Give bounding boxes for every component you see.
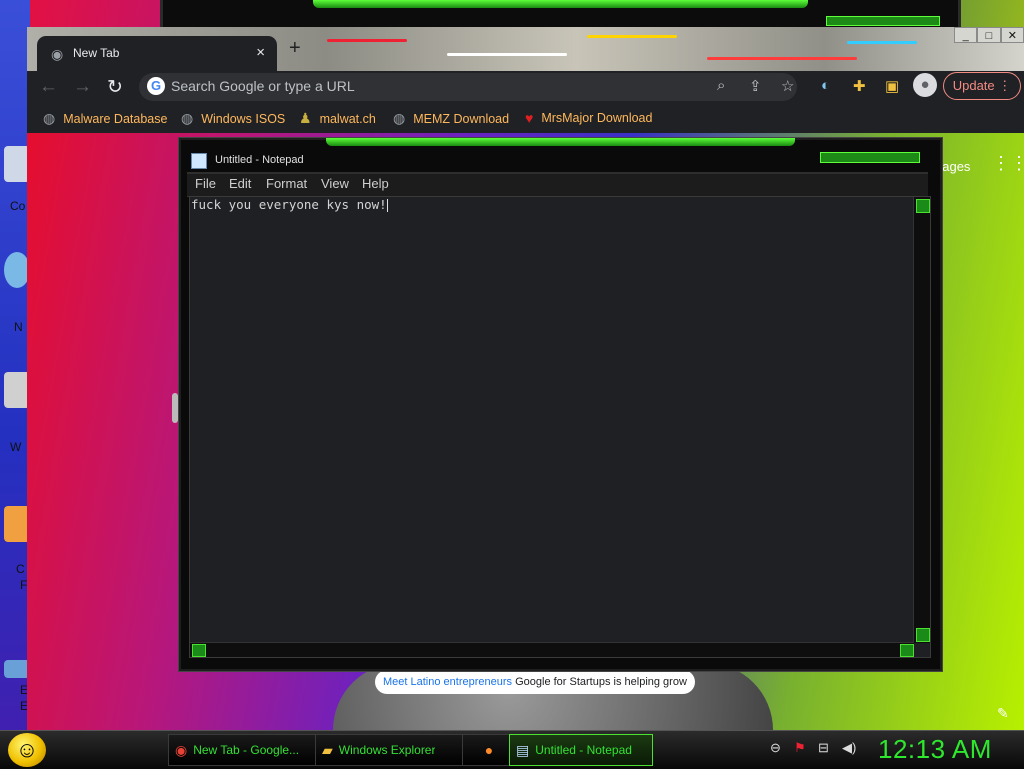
- update-label: Update: [952, 78, 995, 93]
- omnibox-placeholder: Search Google or type a URL: [171, 78, 355, 94]
- side-panel-icon[interactable]: ▣: [885, 77, 899, 95]
- menu-help[interactable]: Help: [362, 176, 389, 191]
- notepad-text: fuck you everyone kys now!: [191, 197, 387, 212]
- notepad-menubar: File Edit Format View Help: [187, 172, 928, 197]
- notepad-window-controls[interactable]: [820, 152, 920, 163]
- chrome-favicon-icon: ◉: [51, 46, 64, 62]
- reload-icon[interactable]: ↻: [107, 76, 123, 99]
- scroll-left-button[interactable]: [192, 644, 206, 657]
- globe-icon: ◍: [393, 110, 406, 126]
- browser-toolbar: ← → ↻ G Search Google or type a URL ⌕ ⇪ …: [27, 71, 1024, 103]
- promo-banner[interactable]: Meet Latino entrepreneurs Google for Sta…: [375, 670, 695, 694]
- tab-new-tab[interactable]: ◉ New Tab ×: [37, 36, 277, 71]
- bookmarks-bar: ◍ Malware Database ◍ Windows ISOS ♟ malw…: [27, 103, 1024, 133]
- tab-title: New Tab: [73, 46, 120, 60]
- page-scroll-handle: [172, 393, 178, 423]
- bookmark-malwatch[interactable]: ♟ malwat.ch: [299, 110, 376, 127]
- background-window-frame: [160, 0, 961, 30]
- taskbar-label: Windows Explorer: [338, 743, 436, 757]
- chrome-icon: ◉: [175, 741, 188, 758]
- bookmark-malware-database[interactable]: ◍ Malware Database: [43, 110, 167, 127]
- menu-edit[interactable]: Edit: [229, 176, 251, 191]
- desktop-icon-label: W: [10, 440, 22, 454]
- customize-pencil-icon[interactable]: ✎: [997, 705, 1009, 722]
- update-button[interactable]: Update ⋮: [943, 72, 1021, 100]
- flag-icon[interactable]: ⚑: [794, 740, 806, 756]
- bookmark-label: MEMZ Download: [413, 111, 510, 126]
- horizontal-scrollbar[interactable]: [190, 642, 914, 657]
- network-icon[interactable]: ⊟: [818, 740, 829, 756]
- notepad-window: Untitled - Notepad File Edit Format View…: [179, 138, 942, 671]
- back-arrow-icon[interactable]: ←: [39, 76, 58, 98]
- scroll-right-button[interactable]: [900, 644, 914, 657]
- bookmark-label: MrsMajor Download: [541, 111, 653, 125]
- globe-icon: ◍: [181, 110, 194, 126]
- taskbar-button-notepad[interactable]: ▤ Untitled - Notepad: [509, 734, 653, 766]
- taskbar-label: Untitled - Notepad: [535, 743, 632, 757]
- start-button[interactable]: ☺: [8, 733, 46, 767]
- notepad-text-area[interactable]: fuck you everyone kys now!: [189, 196, 931, 658]
- menu-view[interactable]: View: [321, 176, 349, 191]
- more-vert-icon[interactable]: ⋮: [998, 78, 1011, 93]
- bookmark-windows-isos[interactable]: ◍ Windows ISOS: [181, 110, 285, 127]
- person-icon: ♟: [299, 110, 312, 126]
- bookmark-memz-download[interactable]: ◍ MEMZ Download: [393, 110, 509, 127]
- share-icon[interactable]: ⇪: [749, 77, 762, 95]
- folder-icon: ▰: [322, 741, 333, 758]
- desktop-icon-label: C: [16, 562, 25, 576]
- avatar[interactable]: ●: [913, 73, 937, 97]
- background-window-controls[interactable]: [826, 16, 940, 26]
- minimize-button[interactable]: _: [954, 27, 978, 43]
- menu-format[interactable]: Format: [266, 176, 307, 191]
- taskbar-button-explorer[interactable]: ▰ Windows Explorer: [315, 734, 465, 766]
- desktop-icon-label: N: [14, 320, 23, 334]
- notepad-icon: [191, 153, 207, 169]
- bookmark-label: malwat.ch: [319, 111, 376, 126]
- firefox-icon: ●: [484, 742, 494, 758]
- heart-icon: ♥: [525, 110, 534, 126]
- notepad-title: Untitled - Notepad: [215, 154, 304, 166]
- tab-strip: ◉ New Tab × + _ □ ✕: [27, 27, 1024, 71]
- taskbar: ☺ ◉ New Tab - Google... ▰ Windows Explor…: [0, 730, 1024, 769]
- globe-icon: ◍: [43, 110, 56, 126]
- bookmark-mrsmajor-download[interactable]: ♥ MrsMajor Download: [525, 110, 652, 126]
- volume-icon[interactable]: ◀): [842, 740, 856, 756]
- text-caret: [386, 199, 388, 212]
- forward-arrow-icon[interactable]: →: [73, 76, 92, 98]
- menu-file[interactable]: File: [195, 176, 216, 191]
- promo-link[interactable]: Meet Latino entrepreneurs: [383, 676, 512, 688]
- star-icon[interactable]: ☆: [781, 77, 794, 95]
- maximize-button[interactable]: □: [977, 27, 1001, 43]
- omnibox[interactable]: G Search Google or type a URL ⌕ ⇪ ☆: [139, 73, 797, 101]
- vertical-scrollbar[interactable]: [913, 197, 930, 643]
- scroll-down-button[interactable]: [916, 628, 930, 642]
- bookmark-label: Windows ISOS: [201, 111, 286, 126]
- notepad-icon: ▤: [516, 741, 530, 758]
- frame-glow: [326, 138, 795, 146]
- search-lens-icon[interactable]: ⌕: [717, 77, 725, 94]
- bookmark-label: Malware Database: [63, 111, 168, 126]
- extensions-puzzle-icon[interactable]: ✚: [853, 77, 866, 95]
- scroll-up-button[interactable]: [916, 199, 930, 213]
- taskbar-label: New Tab - Google...: [193, 743, 300, 757]
- apps-grid-icon[interactable]: ⋮⋮⋮: [992, 153, 1024, 174]
- close-window-button[interactable]: ✕: [1000, 27, 1024, 43]
- taskbar-button-chrome[interactable]: ◉ New Tab - Google...: [168, 734, 320, 766]
- google-g-icon: G: [147, 77, 165, 95]
- tray-status-icon[interactable]: ⊖: [770, 740, 781, 756]
- desktop-wallpaper: [0, 0, 30, 730]
- notepad-titlebar[interactable]: Untitled - Notepad: [189, 148, 930, 174]
- notepad-content[interactable]: fuck you everyone kys now!: [191, 197, 388, 212]
- taskbar-button-firefox[interactable]: ●: [462, 734, 516, 766]
- clock[interactable]: 12:13 AM: [878, 734, 992, 765]
- close-icon[interactable]: ×: [256, 44, 265, 61]
- window-controls: _ □ ✕: [954, 27, 1024, 43]
- profile-flag-icon[interactable]: ◐: [821, 77, 830, 94]
- desktop-icon-label: Co: [10, 199, 26, 213]
- new-tab-button[interactable]: +: [289, 37, 301, 60]
- promo-text: Google for Startups is helping grow: [512, 676, 687, 688]
- frame-glow: [313, 0, 808, 8]
